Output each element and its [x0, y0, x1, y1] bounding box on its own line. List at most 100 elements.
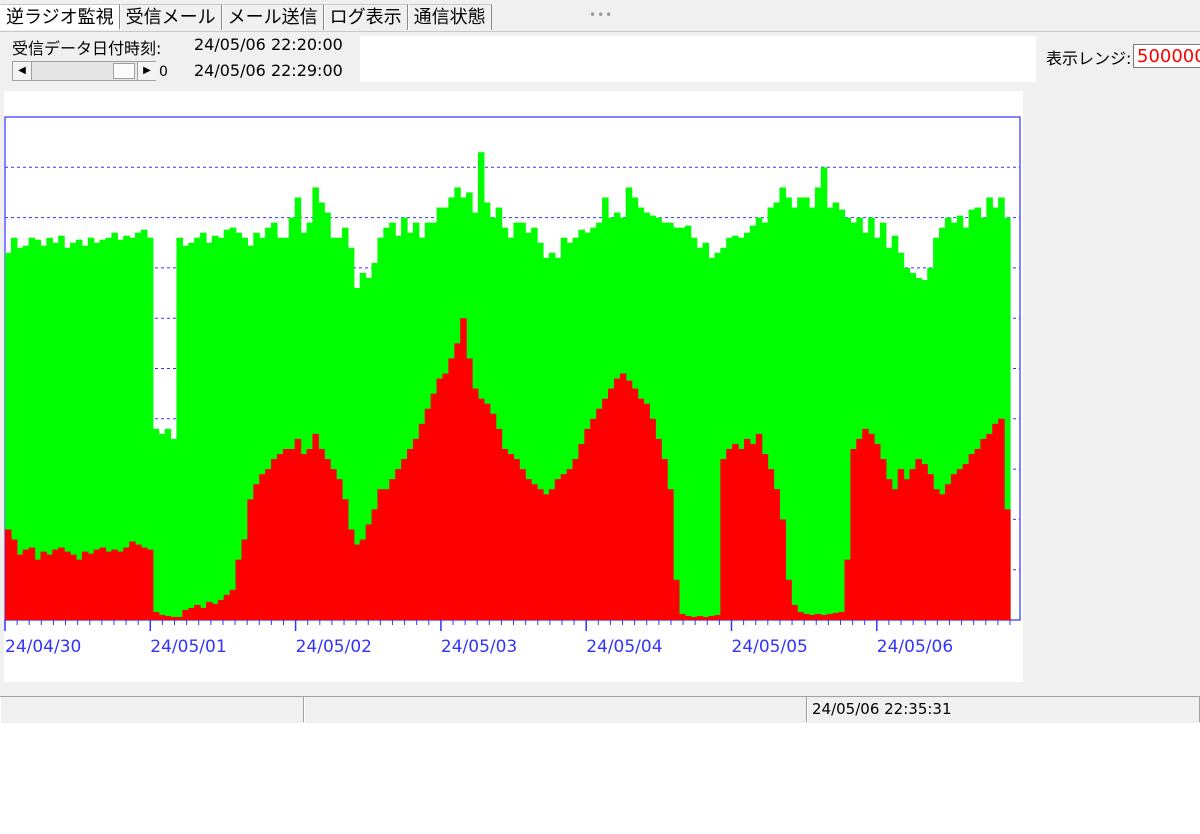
- red-bar: [814, 613, 822, 620]
- red-bar: [537, 489, 544, 620]
- red-bar: [300, 454, 308, 620]
- red-bar: [353, 544, 361, 620]
- tab-reverse-radio-monitor[interactable]: 逆ラジオ監視: [0, 4, 120, 30]
- red-bar: [229, 589, 237, 620]
- red-bar: [93, 549, 101, 620]
- red-bar: [897, 469, 905, 620]
- red-bar: [655, 438, 662, 620]
- x-tick-label: 24/05/05: [732, 637, 808, 657]
- red-bar: [483, 403, 491, 620]
- red-bar: [525, 479, 532, 620]
- red-bar: [738, 448, 745, 620]
- red-bar: [271, 459, 278, 620]
- red-bar: [336, 479, 343, 620]
- x-tick-label: 24/05/03: [441, 637, 517, 657]
- red-bar: [282, 448, 290, 620]
- red-bar: [667, 489, 674, 620]
- red-bar: [838, 611, 846, 620]
- tab-connection-status[interactable]: 通信状態: [407, 4, 492, 30]
- red-bar: [276, 454, 284, 620]
- red-bar: [844, 559, 851, 620]
- scroll-thumb[interactable]: [113, 63, 135, 79]
- green-bar: [170, 438, 178, 620]
- green-bar: [684, 225, 692, 620]
- red-bar: [661, 459, 668, 620]
- red-bar: [602, 398, 609, 620]
- red-bar: [259, 474, 266, 620]
- green-bar: [832, 202, 840, 620]
- red-bar: [755, 433, 763, 620]
- red-bar: [944, 484, 952, 620]
- green-bar: [217, 237, 225, 620]
- red-bar: [99, 547, 107, 620]
- scroll-right-icon[interactable]: ▶: [137, 62, 156, 80]
- tab-send-mail[interactable]: メール送信: [221, 4, 324, 30]
- red-bar: [70, 554, 77, 620]
- red-bar: [584, 428, 591, 620]
- red-bar: [708, 615, 716, 620]
- grip-handle-icon[interactable]: •••: [589, 8, 613, 22]
- status-pane-2: [304, 697, 807, 722]
- range-input[interactable]: 500000: [1133, 44, 1200, 68]
- red-bar: [52, 549, 59, 620]
- red-bar: [643, 403, 650, 620]
- red-bar: [460, 318, 467, 620]
- red-bar: [832, 612, 840, 620]
- red-bar: [40, 551, 47, 620]
- red-bar: [956, 469, 964, 620]
- red-bar: [235, 559, 243, 620]
- red-bar: [572, 459, 580, 620]
- green-bar: [678, 227, 686, 620]
- red-bar: [891, 489, 899, 620]
- red-bar: [921, 464, 928, 620]
- red-bar: [915, 459, 922, 620]
- red-bar: [495, 428, 503, 620]
- red-bar: [761, 454, 769, 620]
- red-bar: [359, 539, 367, 620]
- red-bar: [720, 459, 727, 620]
- received-time-label: 受信データ日付時刻:: [12, 39, 162, 58]
- red-bar: [117, 551, 124, 620]
- red-bar: [743, 438, 751, 620]
- red-bar: [288, 448, 296, 620]
- red-bar: [430, 393, 438, 620]
- tab-log-view[interactable]: ログ表示: [323, 4, 408, 30]
- red-bar: [519, 469, 526, 620]
- red-bar: [950, 474, 958, 620]
- red-bar: [548, 489, 556, 620]
- red-bar: [16, 554, 24, 620]
- red-bar: [401, 459, 408, 620]
- red-bar: [217, 599, 225, 620]
- red-bar: [820, 614, 828, 620]
- red-bar: [625, 380, 633, 620]
- red-bar: [318, 448, 325, 620]
- red-bar: [194, 604, 201, 620]
- red-bar: [1004, 509, 1011, 620]
- red-bar: [188, 607, 195, 620]
- info-panel: [360, 36, 1036, 82]
- status-pane-1: [0, 697, 304, 722]
- red-bar: [785, 579, 792, 620]
- tab-received-mail[interactable]: 受信メール: [119, 4, 222, 30]
- chart-panel: 24/04/30 24/05/01 24/05/02 24/05/03 24/05/04…: [4, 91, 1023, 682]
- red-bar: [596, 408, 603, 620]
- red-bar: [111, 549, 118, 620]
- x-tick-label: 24/05/01: [150, 637, 226, 657]
- red-bar: [542, 494, 550, 620]
- red-bar: [75, 559, 83, 620]
- red-bar: [324, 459, 331, 620]
- green-bar: [838, 209, 846, 620]
- red-bar: [649, 418, 656, 620]
- red-bar: [933, 489, 940, 620]
- red-bar: [123, 547, 130, 620]
- time-scrollbar[interactable]: ◀ ▶: [12, 61, 156, 81]
- scroll-left-icon[interactable]: ◀: [13, 62, 32, 80]
- green-bar: [797, 197, 804, 620]
- main-window: 逆ラジオ監視 受信メール メール送信 ログ表示 通信状態 ••• 受信データ日付…: [0, 0, 1200, 723]
- red-bar: [247, 499, 254, 620]
- traffic-chart: 24/04/30 24/05/01 24/05/02 24/05/03 24/05/04…: [4, 116, 1021, 657]
- red-bar: [986, 433, 993, 620]
- red-bar: [347, 529, 355, 620]
- red-bar: [223, 594, 231, 620]
- red-bar: [28, 547, 36, 620]
